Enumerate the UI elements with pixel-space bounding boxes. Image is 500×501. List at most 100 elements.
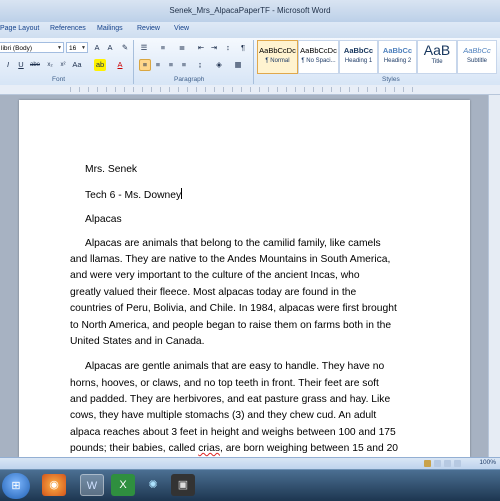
divider: [253, 40, 254, 84]
header-line-teacher: Mrs. Senek: [85, 164, 138, 175]
style-name: ¶ Normal: [265, 58, 290, 64]
word-icon[interactable]: W: [80, 474, 104, 496]
paragraph-group-label: Paragraph: [174, 76, 205, 83]
italic-button[interactable]: I: [2, 59, 14, 71]
style-heading-2[interactable]: AaBbCc Heading 2: [378, 40, 417, 74]
horizontal-ruler[interactable]: [0, 85, 500, 95]
style-sample: AaB: [423, 42, 451, 58]
divider: [133, 40, 134, 84]
film-icon[interactable]: ▣: [171, 474, 195, 496]
full-screen-view-icon[interactable]: [434, 460, 441, 467]
text-cursor: [181, 188, 183, 199]
header-line-class: Tech 6 - Ms. Downey: [85, 188, 183, 204]
misspelled-word[interactable]: crias: [198, 443, 220, 454]
style-sample: AaBbCc: [382, 46, 413, 55]
line-spacing-icon[interactable]: ↨: [194, 59, 206, 71]
shading-icon[interactable]: ◈: [213, 59, 225, 71]
paragraph-line: United States and in Canada.: [70, 336, 205, 347]
paragraph-line: and padded. They are herbivores, and eat…: [70, 394, 391, 405]
increase-indent-icon[interactable]: ⇥: [208, 42, 220, 54]
sort-icon[interactable]: ↕: [222, 42, 234, 54]
title-bar: Senek_Mrs_AlpacaPaperTF - Microsoft Word: [0, 0, 500, 23]
chevron-down-icon: ▼: [81, 45, 86, 51]
paragraph-line: to North America, and people began to ra…: [70, 320, 392, 331]
font-group-label: Font: [52, 76, 66, 83]
tab-references[interactable]: References: [50, 25, 86, 32]
ribbon: libri (Body) ▼ 16 ▼ A A ✎ I U abe x₂ x² Aa…: [0, 38, 500, 86]
borders-icon[interactable]: ▦: [232, 59, 244, 71]
excel-icon[interactable]: X: [111, 474, 135, 496]
font-name-value: libri (Body): [1, 45, 33, 52]
shrink-font-button[interactable]: A: [104, 42, 116, 54]
subscript-button[interactable]: x₂: [44, 59, 56, 71]
paragraph-line: and llamas. They are native to the Andes…: [70, 254, 391, 265]
numbering-icon[interactable]: ≡: [157, 42, 169, 54]
header-line-class-text: Tech 6 - Ms. Downey: [85, 190, 182, 201]
style-sample: AaBbCcDc: [259, 46, 296, 55]
taskbar: ⊞ ◉ W X ✺ ▣: [0, 469, 500, 501]
show-formatting-icon[interactable]: ¶: [237, 42, 249, 54]
align-left-icon[interactable]: ≡: [139, 59, 151, 71]
app-icon[interactable]: ✺: [141, 474, 165, 496]
font-color-button[interactable]: A: [114, 59, 126, 71]
superscript-button[interactable]: x²: [57, 59, 69, 71]
strikethrough-button[interactable]: abe: [29, 59, 41, 71]
paragraph-line: pounds; their babies, called crias, are …: [70, 441, 422, 457]
font-name-select[interactable]: libri (Body) ▼: [0, 42, 64, 53]
font-size-select[interactable]: 16 ▼: [66, 42, 88, 53]
bullets-icon[interactable]: ☰: [138, 42, 150, 54]
document-heading: Alpacas: [85, 214, 122, 225]
outline-view-icon[interactable]: [454, 460, 461, 467]
multilevel-list-icon[interactable]: ≣: [176, 42, 188, 54]
tab-view[interactable]: View: [174, 25, 189, 32]
line-text: , are born weighing between 15 and 20: [219, 443, 399, 454]
paragraph-line: countries of Peru, Bolivia, and Chile. I…: [70, 303, 397, 314]
tab-page-layout[interactable]: Page Layout: [0, 25, 39, 32]
style-heading-1[interactable]: AaBbCc Heading 1: [339, 40, 378, 74]
underline-button[interactable]: U: [15, 59, 27, 71]
web-layout-view-icon[interactable]: [444, 460, 451, 467]
justify-icon[interactable]: ≡: [178, 59, 190, 71]
paragraph-line: horns, hooves, or claws, and no top teet…: [70, 378, 379, 389]
style-sample: AaBbCc: [463, 46, 491, 55]
align-center-icon[interactable]: ≡: [152, 59, 164, 71]
tab-review[interactable]: Review: [137, 25, 160, 32]
grow-font-button[interactable]: A: [91, 42, 103, 54]
styles-group-label: Styles: [382, 76, 400, 83]
paragraph-line: Alpacas are animals that belong to the c…: [85, 238, 381, 249]
paragraph-line: alpaca reaches about 3 feet in height an…: [70, 427, 396, 438]
style-name: Heading 1: [344, 58, 373, 64]
paragraph-line: Alpacas are gentle animals that are easy…: [85, 361, 385, 372]
paragraph-line: cows, they have multiple stomachs (3) an…: [70, 410, 377, 421]
style-name: Subtitle: [466, 58, 487, 64]
style-normal[interactable]: AaBbCcDc ¶ Normal: [257, 40, 298, 74]
style-name: ¶ No Spaci...: [301, 58, 336, 64]
print-layout-view-icon[interactable]: [424, 460, 431, 467]
ribbon-tabs: Page Layout References Mailings Review V…: [0, 22, 500, 38]
firefox-icon[interactable]: ◉: [42, 474, 66, 496]
clear-formatting-icon[interactable]: ✎: [119, 42, 131, 54]
style-subtitle[interactable]: AaBbCc Subtitle: [457, 40, 497, 74]
line-text: pounds; their babies, called: [70, 443, 199, 454]
paragraph-line: and were very important to the culture o…: [70, 270, 360, 281]
vertical-scrollbar[interactable]: [488, 95, 500, 457]
chevron-down-icon: ▼: [57, 45, 62, 51]
style-sample: AaBbCc: [343, 46, 374, 55]
zoom-level[interactable]: 100%: [479, 459, 496, 466]
document-page[interactable]: Mrs. Senek Tech 6 - Ms. Downey Alpacas A…: [19, 100, 470, 457]
style-name: Heading 2: [383, 58, 412, 64]
style-name: Title: [431, 59, 443, 65]
ruler-ticks: [70, 87, 420, 92]
paragraph-line: greatly valued their fleece. Most alpaca…: [70, 287, 357, 298]
style-title[interactable]: AaB Title: [417, 40, 457, 74]
decrease-indent-icon[interactable]: ⇤: [195, 42, 207, 54]
font-size-value: 16: [69, 45, 77, 52]
align-right-icon[interactable]: ≡: [165, 59, 177, 71]
style-sample: AaBbCcDc: [300, 46, 337, 55]
start-orb-icon[interactable]: ⊞: [2, 473, 30, 499]
tab-mailings[interactable]: Mailings: [97, 25, 123, 32]
change-case-button[interactable]: Aa: [71, 59, 83, 71]
window-title: Senek_Mrs_AlpacaPaperTF - Microsoft Word: [169, 6, 331, 15]
style-no-spacing[interactable]: AaBbCcDc ¶ No Spaci...: [298, 40, 339, 74]
highlight-color-button[interactable]: ab: [94, 59, 106, 71]
